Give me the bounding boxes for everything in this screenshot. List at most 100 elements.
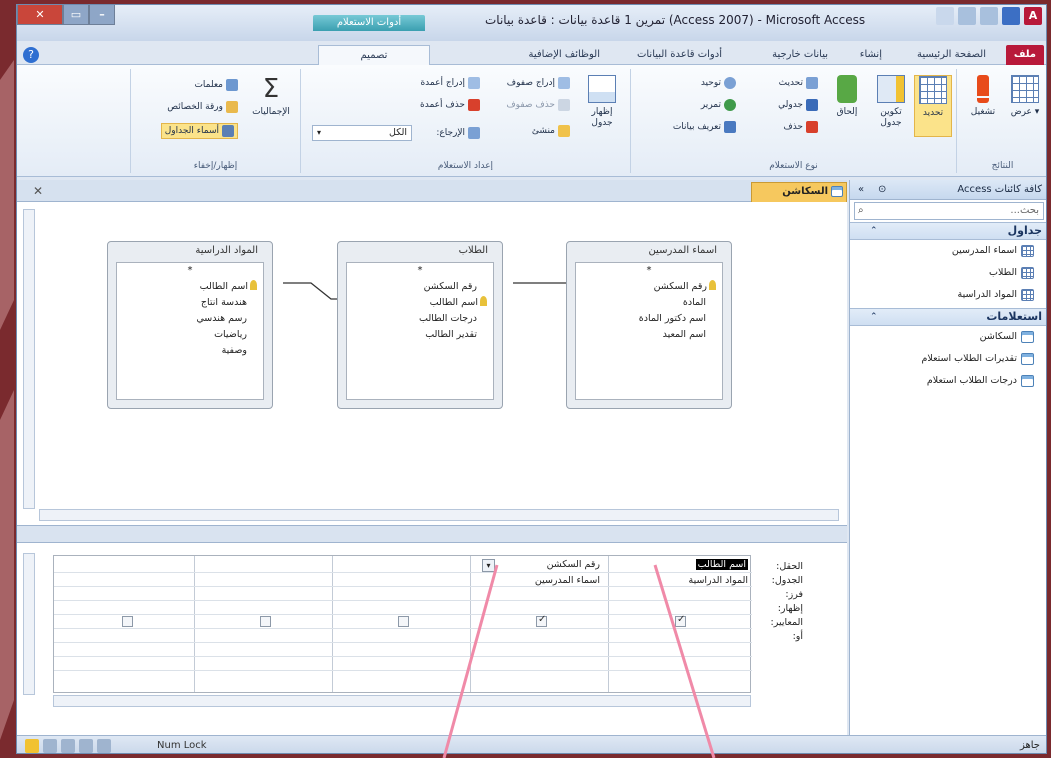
- datasheet-icon[interactable]: [97, 739, 111, 753]
- ribbon: عرض ▾ تشغيل النتائج تحديد تكوين جدول إلح…: [17, 65, 1046, 177]
- redo-icon[interactable]: [958, 7, 976, 25]
- nav-section-queries[interactable]: استعلامات ⌃: [850, 308, 1046, 326]
- document-tab[interactable]: السكاشن: [751, 182, 847, 202]
- pivot-table-icon[interactable]: [61, 739, 75, 753]
- grid-show-checkbox-1[interactable]: [675, 614, 686, 627]
- table-box-students[interactable]: الطلاب * رقم السكشن اسم الطالب درجات الط…: [337, 241, 503, 409]
- field-item[interactable]: اسم المعيد: [576, 327, 722, 343]
- tab-file[interactable]: ملف: [1005, 45, 1044, 65]
- tab-home[interactable]: الصفحة الرئيسية: [909, 45, 994, 65]
- tab-design[interactable]: تصميم: [318, 45, 430, 65]
- field-item[interactable]: رسم هندسي: [117, 311, 263, 327]
- close-document-icon[interactable]: ✕: [33, 184, 43, 198]
- grid-vertical-scrollbar[interactable]: [23, 553, 35, 695]
- make-table-button[interactable]: تكوين جدول: [872, 75, 910, 129]
- table-box-subjects[interactable]: المواد الدراسية * اسم الطالب هندسة انتاج…: [107, 241, 273, 409]
- table-names-button[interactable]: أسماء الجداول: [160, 123, 238, 139]
- field-all[interactable]: *: [347, 263, 493, 279]
- field-item[interactable]: رقم السكشن: [576, 279, 722, 295]
- field-item[interactable]: اسم دكتور المادة: [576, 311, 722, 327]
- select-query-button[interactable]: تحديد: [914, 75, 952, 137]
- pivot-chart-icon[interactable]: [79, 739, 93, 753]
- nav-header[interactable]: كافة كائنات Access » ⊙: [850, 180, 1046, 200]
- insert-rows-button[interactable]: إدراج صفوف: [507, 77, 570, 89]
- pane-splitter[interactable]: [17, 525, 847, 542]
- maximize-button[interactable]: ▭: [63, 5, 89, 25]
- sql-view-icon[interactable]: [43, 739, 57, 753]
- grid-show-checkbox-5[interactable]: [122, 616, 133, 627]
- data-definition-button[interactable]: تعريف بيانات: [673, 121, 736, 133]
- builder-button[interactable]: منشئ: [532, 125, 570, 137]
- table-box-teachers[interactable]: اسماء المدرسين * رقم السكشن المادة اسم د…: [566, 241, 732, 409]
- field-item[interactable]: رقم السكشن: [347, 279, 493, 295]
- parameters-button[interactable]: معلمات: [194, 79, 238, 91]
- field-item[interactable]: رياضيات: [117, 327, 263, 343]
- grid-field-cell-2[interactable]: رقم السكشن ▾: [480, 559, 600, 572]
- append-button[interactable]: إلحاق: [828, 75, 866, 118]
- field-all[interactable]: *: [576, 263, 722, 279]
- field-item[interactable]: تقدير الطالب: [347, 327, 493, 343]
- field-item[interactable]: درجات الطالب: [347, 311, 493, 327]
- chevron-down-icon[interactable]: ▾: [482, 559, 495, 572]
- return-dropdown[interactable]: الكل ▾: [312, 125, 412, 141]
- totals-button[interactable]: Σ الإجماليات: [246, 75, 296, 118]
- design-view-icon[interactable]: [25, 739, 39, 753]
- grid-show-checkbox-3[interactable]: [398, 616, 409, 627]
- crosstab-label: جدولي: [778, 100, 803, 110]
- union-button[interactable]: توحيد: [701, 77, 736, 89]
- grid-horizontal-scrollbar[interactable]: [53, 695, 751, 707]
- field-all[interactable]: *: [117, 263, 263, 279]
- view-button[interactable]: عرض ▾: [1006, 75, 1044, 118]
- shutter-bar-close-icon[interactable]: »: [858, 180, 864, 200]
- grid-table-cell-2[interactable]: اسماء المدرسين: [535, 575, 600, 586]
- tab-add-ins[interactable]: الوظائف الإضافية: [521, 45, 609, 65]
- field-item[interactable]: هندسة انتاج: [117, 295, 263, 311]
- field-item[interactable]: اسم الطالب: [347, 295, 493, 311]
- property-sheet-button[interactable]: ورقة الخصائص: [167, 101, 238, 113]
- data-definition-icon: [724, 121, 736, 133]
- run-button[interactable]: تشغيل: [964, 75, 1002, 118]
- nav-section-tables[interactable]: جداول ⌃: [850, 222, 1046, 240]
- property-sheet-icon: [226, 101, 238, 113]
- return-label-wrap: الإرجاع:: [436, 127, 480, 139]
- delete-rows-button[interactable]: حذف صفوف: [506, 99, 570, 111]
- close-window-button[interactable]: ✕: [17, 5, 63, 25]
- nav-search-input[interactable]: بحث... ⌕: [854, 202, 1044, 220]
- field-item[interactable]: وصفية: [117, 343, 263, 359]
- nav-item-table-subjects[interactable]: المواد الدراسية: [850, 284, 1046, 306]
- return-icon: [468, 127, 480, 139]
- field-item[interactable]: اسم الطالب: [117, 279, 263, 295]
- nav-item-query-marks[interactable]: درجات الطلاب استعلام: [850, 370, 1046, 392]
- tab-external-data[interactable]: بيانات خارجية: [764, 45, 836, 65]
- insert-columns-button[interactable]: إدراج أعمدة: [420, 77, 480, 89]
- table-diagram-pane: اسماء المدرسين * رقم السكشن المادة اسم د…: [17, 203, 847, 525]
- grid-show-checkbox-4[interactable]: [260, 616, 271, 627]
- customize-qat-icon[interactable]: [936, 7, 954, 25]
- minimize-button[interactable]: –: [89, 5, 115, 25]
- nav-item-table-students[interactable]: الطلاب: [850, 262, 1046, 284]
- nav-item-query-grades[interactable]: تقديرات الطلاب استعلام: [850, 348, 1046, 370]
- nav-menu-chevron-icon[interactable]: ⊙: [878, 180, 886, 200]
- update-icon: [806, 77, 818, 89]
- delete-columns-button[interactable]: حذف أعمدة: [420, 99, 480, 111]
- pass-through-button[interactable]: تمرير: [701, 99, 736, 111]
- undo-icon[interactable]: [980, 7, 998, 25]
- save-icon[interactable]: [1002, 7, 1020, 25]
- grid-table-cell-1[interactable]: المواد الدراسية: [689, 575, 749, 586]
- tab-database-tools[interactable]: أدوات قاعدة البيانات: [629, 45, 730, 65]
- tab-create[interactable]: إنشاء: [852, 45, 890, 65]
- crosstab-button[interactable]: جدولي: [778, 99, 818, 111]
- update-query-button[interactable]: تحديث: [779, 77, 818, 89]
- grid-show-checkbox-2[interactable]: [536, 614, 547, 627]
- nav-item-table-teachers[interactable]: اسماء المدرسين: [850, 240, 1046, 262]
- run-label: تشغيل: [970, 107, 996, 117]
- delete-query-button[interactable]: حذف: [783, 121, 818, 133]
- grid-field-cell-1[interactable]: اسم الطالب: [695, 559, 748, 570]
- grid-field-cell-2-text: رقم السكشن: [546, 559, 600, 570]
- show-table-button[interactable]: إظهار جدول: [580, 75, 624, 129]
- access-logo-icon[interactable]: A: [1024, 7, 1042, 25]
- field-item[interactable]: المادة: [576, 295, 722, 311]
- nav-item-query-sections[interactable]: السكاشن: [850, 326, 1046, 348]
- collapse-chevron-icon: ⌃: [870, 226, 878, 236]
- help-icon[interactable]: ?: [23, 47, 39, 63]
